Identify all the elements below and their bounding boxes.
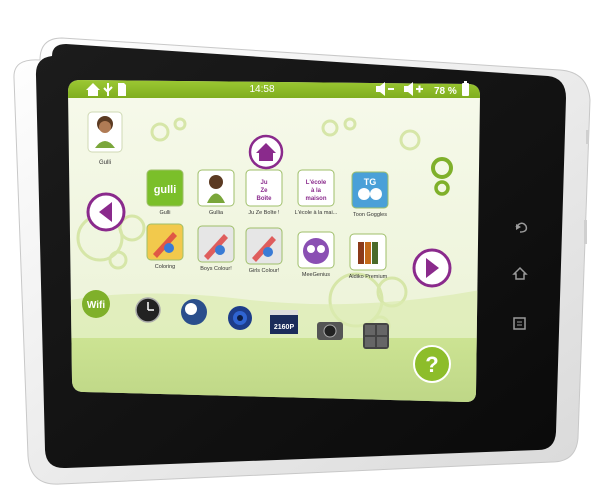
speaker-icon (228, 306, 252, 330)
girls-colour-icon (245, 227, 283, 265)
character-icon (197, 169, 235, 207)
clock-icon (135, 297, 161, 323)
coloring-icon (146, 223, 184, 261)
app-books[interactable]: Aldiko Premium (349, 233, 388, 280)
app-label: Toon Goggles (353, 212, 387, 218)
app-box[interactable]: Ju Ze Boîte Ju Ze Boîte ! (245, 169, 283, 216)
app-school[interactable]: L'école à la maison L'école à la mai... (295, 169, 338, 216)
battery-percent: 78 % (434, 86, 457, 97)
profile-avatar[interactable] (87, 111, 123, 153)
gallery-dock-button[interactable] (181, 299, 207, 325)
clock-dock-button[interactable] (135, 297, 161, 323)
profile-name: Gulli (99, 160, 111, 166)
svg-text:TG: TG (364, 177, 377, 187)
svg-text:Ze: Ze (260, 188, 268, 194)
app-label: MeeGenius (302, 272, 330, 278)
app-boys-colour[interactable]: Boys Colour! (197, 225, 235, 272)
school-icon: L'école à la maison (297, 169, 335, 207)
svg-text:maison: maison (305, 196, 326, 202)
gallery-icon (181, 299, 207, 325)
prev-page-button[interactable] (86, 192, 126, 232)
svg-text:Boîte: Boîte (257, 196, 273, 202)
side-volume-key[interactable] (584, 220, 587, 244)
svg-text:gulli: gulli (154, 184, 177, 196)
wifi-dock-button[interactable]: Wifi (82, 290, 110, 318)
tablet-photo: 14:58 78 % Gulli gulli Gulli Gullia Ju Z… (0, 0, 600, 491)
sd-card-icon (118, 83, 126, 96)
box-icon: Ju Ze Boîte (245, 169, 283, 207)
video-label: 2160P (274, 324, 295, 331)
toon-goggles-icon: TG (351, 171, 389, 209)
app-toon-goggles[interactable]: TG Toon Goggles (351, 171, 389, 218)
app-label: Gulli (159, 210, 170, 216)
video-dock-button[interactable]: 2160P (270, 310, 298, 334)
wifi-label: Wifi (87, 300, 105, 311)
app-owl[interactable]: MeeGenius (297, 231, 335, 278)
camera-dock-button[interactable] (317, 322, 343, 340)
tablet-svg: 14:58 78 % Gulli gulliGulli GulliaJuZeBo… (13, 37, 591, 485)
svg-text:à la: à la (311, 188, 322, 194)
next-page-button[interactable] (412, 248, 452, 288)
speaker-dock-button[interactable] (228, 306, 252, 330)
books-icon (349, 233, 387, 271)
app-label: L'école à la mai... (295, 210, 338, 216)
app-label: Gullia (209, 210, 224, 216)
calculator-dock-button[interactable] (363, 323, 389, 349)
battery-icon (462, 81, 469, 96)
help-dock-button[interactable]: ? (413, 345, 451, 383)
svg-text:L'école: L'école (306, 180, 327, 186)
app-label: Girls Colour! (249, 268, 280, 274)
boys-colour-icon (197, 225, 235, 263)
calculator-icon (363, 323, 389, 349)
help-label: ? (425, 352, 438, 377)
app-label: Boys Colour! (200, 266, 232, 272)
app-label: Ju Ze Boîte ! (248, 210, 280, 216)
gulli-icon: gulli (146, 169, 184, 207)
app-label: Aldiko Premium (349, 274, 388, 280)
app-label: Coloring (155, 264, 175, 270)
power-key[interactable] (586, 130, 589, 144)
home-button[interactable] (248, 134, 284, 170)
status-time: 14:58 (249, 84, 274, 95)
owl-icon (297, 231, 335, 269)
svg-text:Ju: Ju (260, 180, 267, 186)
camera-icon (317, 322, 343, 340)
app-girls-colour[interactable]: Girls Colour! (245, 227, 283, 274)
